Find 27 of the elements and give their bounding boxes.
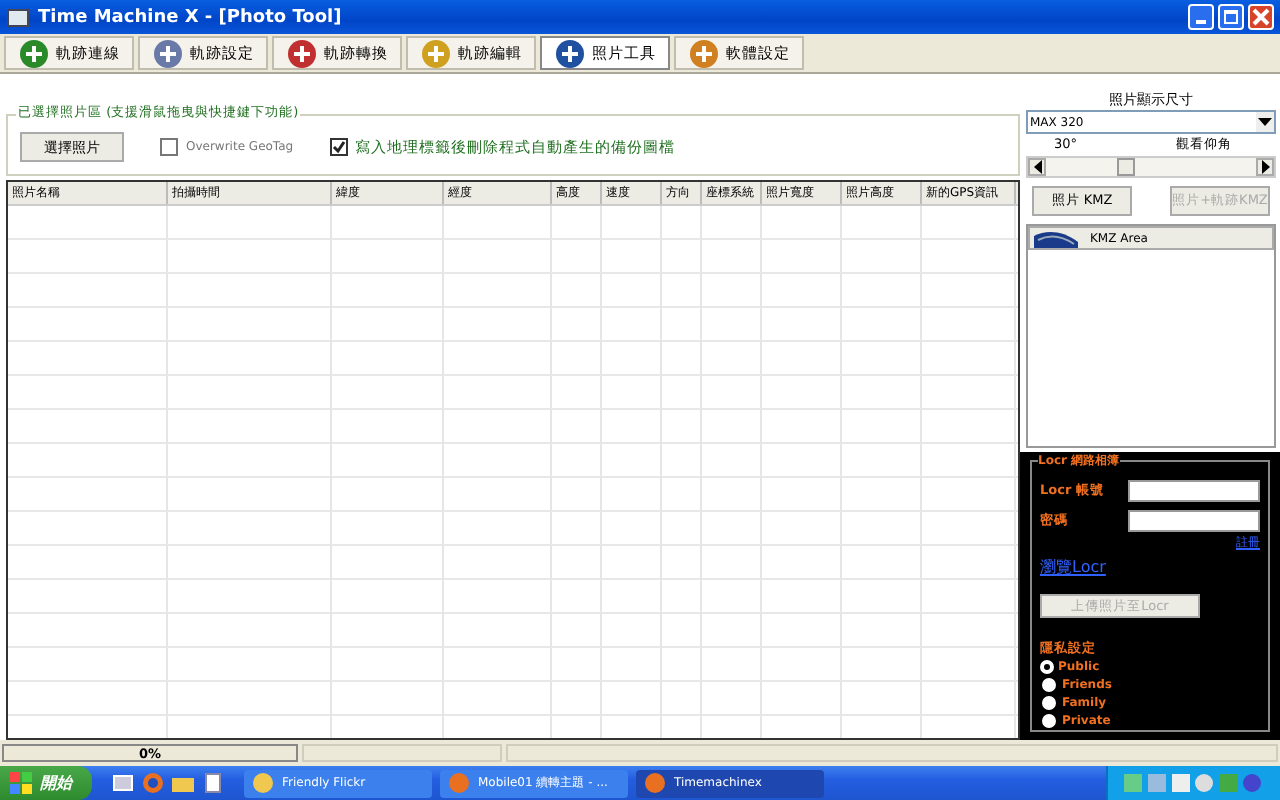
angle-slider[interactable] [1026, 156, 1276, 178]
account-field[interactable] [1128, 480, 1260, 502]
minimize-button[interactable] [1188, 4, 1214, 30]
dropdown-arrow-icon [1258, 118, 1272, 126]
restore-button[interactable] [1218, 4, 1244, 30]
radio-button[interactable] [1042, 678, 1056, 692]
password-field[interactable] [1128, 510, 1260, 532]
document-icon[interactable] [202, 772, 224, 794]
start-button[interactable]: 開始 [0, 766, 92, 800]
checkbox[interactable] [329, 138, 348, 156]
window-title: Time Machine X - [Photo Tool] [38, 7, 344, 27]
right-arrow-icon [1261, 160, 1269, 174]
radio-button[interactable] [1042, 662, 1052, 672]
radio-button[interactable] [1042, 696, 1056, 710]
close-button[interactable] [1248, 4, 1274, 30]
desktop-icon[interactable] [112, 772, 134, 794]
area-icon [1034, 229, 1078, 247]
slider-thumb[interactable] [1116, 158, 1135, 176]
tray-icons-drawing [1124, 772, 1264, 794]
left-arrow-icon [1033, 160, 1041, 174]
browser-icon[interactable] [142, 772, 164, 794]
folder-icon[interactable] [172, 772, 194, 794]
checkbox[interactable] [160, 138, 178, 156]
windows-logo-icon [10, 772, 34, 794]
app-icon [6, 5, 30, 29]
browse-link[interactable]: 瀏覽Locr [1040, 556, 1106, 578]
radio-button[interactable] [1042, 714, 1056, 728]
